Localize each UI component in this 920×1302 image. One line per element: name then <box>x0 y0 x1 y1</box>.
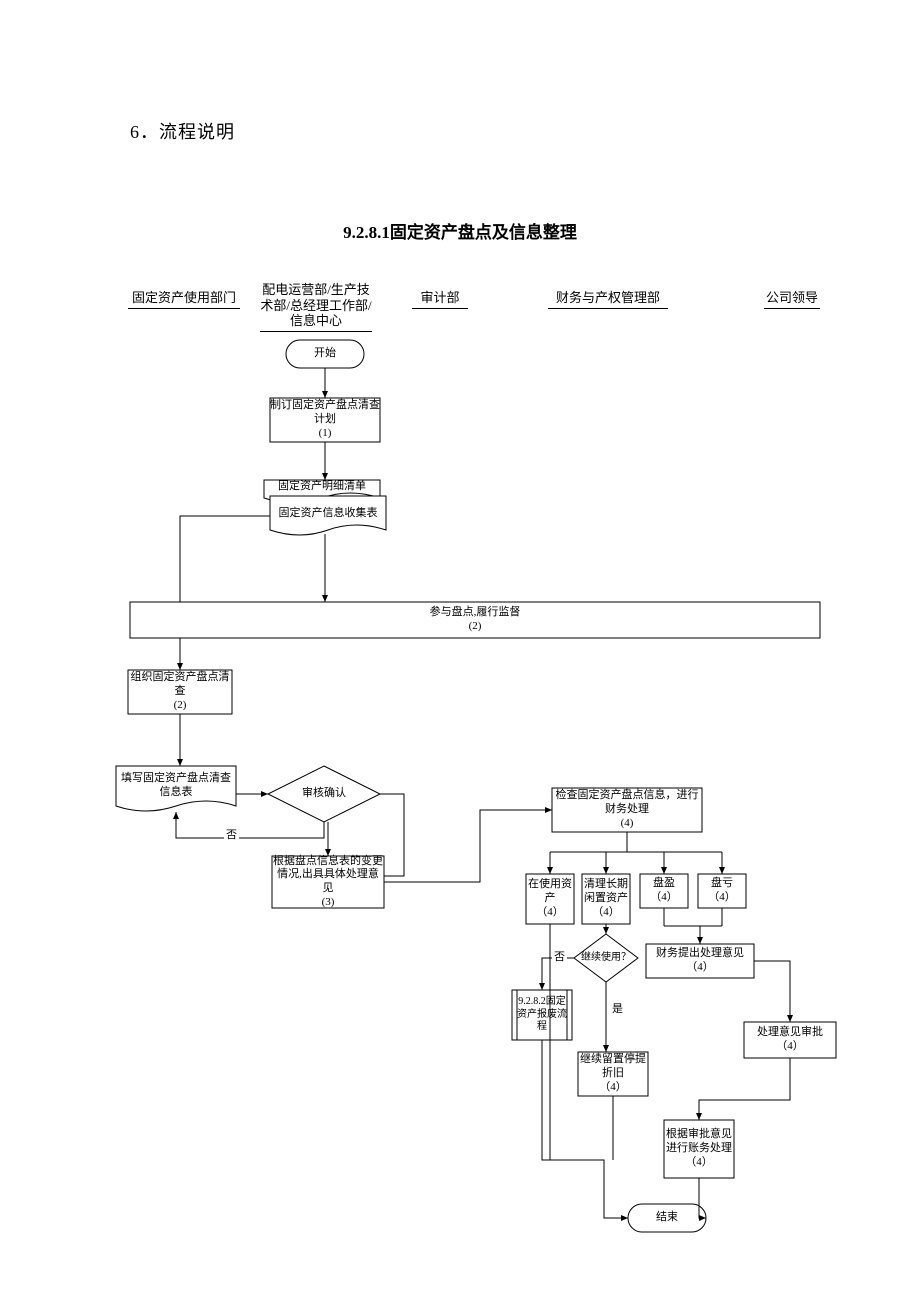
edge-label-no-1: 否 <box>224 826 239 842</box>
edge-label-yes: 是 <box>610 1000 625 1016</box>
edge-label-no-2: 否 <box>552 948 567 964</box>
flowchart-svg <box>0 0 920 1302</box>
page: 6．流程说明 9.2.8.1固定资产盘点及信息整理 固定资产使用部门 配电运营部… <box>0 0 920 1302</box>
